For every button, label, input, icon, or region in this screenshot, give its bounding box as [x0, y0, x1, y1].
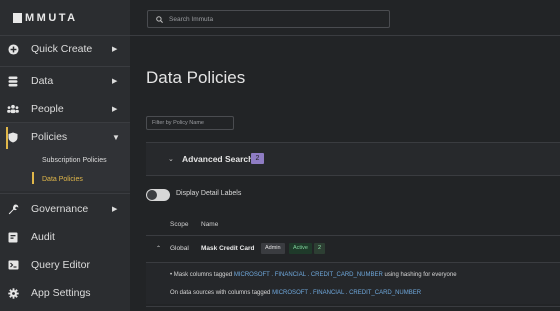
sidebar-item-audit[interactable]: Audit — [0, 224, 130, 250]
sidebar-item-label: Data — [31, 75, 54, 87]
sidebar-item-app-settings[interactable]: App Settings — [0, 280, 130, 306]
chevron-down-icon: ⌄ — [168, 156, 174, 163]
row-policy-name[interactable]: Mask Credit Card — [201, 245, 254, 252]
toggle-knob — [147, 190, 157, 200]
search-placeholder: Search Immuta — [169, 15, 214, 23]
detail-line-1-suffix: using hashing for everyone — [384, 272, 457, 278]
subitem-active-indicator — [32, 172, 34, 184]
sidebar-item-quick-create[interactable]: Quick Create ▶ — [0, 36, 130, 62]
table-divider — [146, 306, 560, 307]
gear-icon — [7, 287, 19, 299]
sidebar: MMUTA Quick Create ▶ Data ▶ People ▶ Pol… — [0, 0, 130, 311]
chevron-down-icon: ▼ — [112, 132, 120, 142]
detail-line-2-prefix: On data sources with columns tagged — [170, 290, 271, 296]
advanced-search-count-badge: 2 — [251, 153, 264, 164]
logo-text: MMUTA — [25, 11, 78, 24]
column-header-name[interactable]: Name — [201, 221, 218, 228]
policy-name-filter-input[interactable]: Filter by Policy Name — [146, 116, 234, 130]
toggle-label: Display Detail Labels — [176, 190, 242, 197]
chevron-right-icon: ▶ — [112, 46, 118, 53]
chevron-right-icon: ▶ — [112, 206, 118, 213]
wrench-icon — [7, 203, 19, 215]
sidebar-item-label: Audit — [31, 231, 55, 243]
sidebar-item-label: Policies — [31, 131, 68, 143]
sidebar-item-label: People — [31, 103, 64, 115]
count-badge: 2 — [314, 243, 326, 254]
sidebar-item-label: App Settings — [31, 287, 91, 299]
admin-badge: Admin — [261, 243, 285, 254]
display-detail-labels-toggle[interactable] — [146, 189, 170, 201]
sidebar-item-data[interactable]: Data ▶ — [0, 68, 130, 94]
tag-link[interactable]: MICROSOFT . FINANCIAL . CREDIT_CARD_NUMB… — [234, 272, 383, 278]
sidebar-item-governance[interactable]: Governance ▶ — [0, 196, 130, 222]
chevron-right-icon: ▶ — [112, 106, 118, 113]
app-window: MMUTA Quick Create ▶ Data ▶ People ▶ Pol… — [0, 0, 560, 311]
sidebar-subitem-subscription-policies[interactable]: Subscription Policies — [42, 157, 107, 164]
sidebar-item-policies[interactable]: Policies ▼ — [0, 124, 130, 150]
row-scope: Global — [170, 245, 189, 252]
sidebar-item-people[interactable]: People ▶ — [0, 96, 130, 122]
page-title: Data Policies — [146, 68, 246, 87]
detail-line-1: • Mask columns tagged MICROSOFT . FINANC… — [170, 272, 457, 278]
sidebar-item-label: Query Editor — [31, 259, 90, 271]
terminal-icon — [7, 259, 19, 271]
logo[interactable]: MMUTA — [0, 0, 130, 36]
shield-icon — [7, 131, 19, 143]
search-input[interactable]: Search Immuta — [147, 10, 390, 28]
search-icon — [156, 15, 163, 23]
advanced-search-label: Advanced Search — [182, 154, 254, 164]
detail-line-2: On data sources with columns tagged MICR… — [170, 290, 421, 296]
audit-icon — [7, 231, 19, 243]
sidebar-item-label: Governance — [31, 203, 89, 215]
policy-detail-panel: • Mask columns tagged MICROSOFT . FINANC… — [146, 262, 560, 304]
tag-link[interactable]: MICROSOFT . FINANCIAL . CREDIT_CARD_NUMB… — [272, 290, 421, 296]
table-row[interactable]: ⌃ Global Mask Credit Card Admin Active 2 — [146, 240, 560, 258]
people-icon — [7, 103, 19, 115]
logo-mark-icon — [13, 12, 22, 23]
column-header-scope[interactable]: Scope — [170, 221, 188, 228]
plus-circle-icon — [7, 43, 19, 55]
status-badge: Active — [289, 243, 312, 254]
sidebar-item-query-editor[interactable]: Query Editor — [0, 252, 130, 278]
divider — [0, 66, 130, 67]
database-icon — [7, 75, 19, 87]
divider — [0, 193, 130, 194]
chevron-up-icon[interactable]: ⌃ — [156, 245, 161, 252]
sidebar-subitem-data-policies[interactable]: Data Policies — [42, 176, 83, 183]
advanced-search-panel[interactable]: ⌄ Advanced Search 2 — [146, 142, 560, 176]
detail-line-1-prefix: Mask columns tagged — [173, 272, 233, 278]
table-divider — [146, 235, 560, 236]
sidebar-item-label: Quick Create — [31, 43, 93, 55]
top-bar: Search Immuta — [130, 0, 560, 36]
chevron-right-icon: ▶ — [112, 78, 118, 85]
